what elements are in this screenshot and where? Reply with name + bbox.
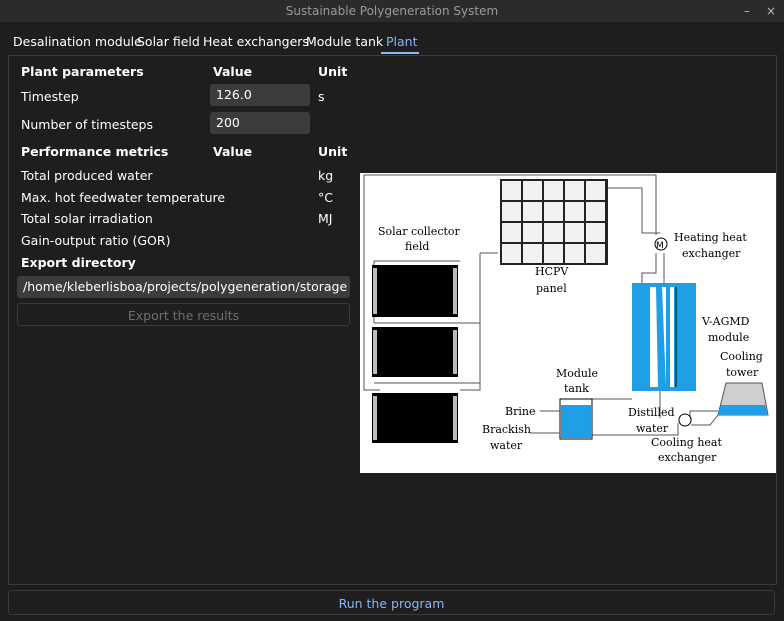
cooling-tower-label-2: tower	[726, 366, 759, 379]
hcpv-cell	[523, 202, 542, 221]
hcpv-cell	[502, 181, 521, 200]
hcpv-cell	[565, 244, 584, 263]
solar-collector-label: Solar collector	[378, 225, 461, 238]
heating-hx-label-1: Heating heat	[674, 231, 747, 244]
hcpv-cell	[544, 181, 563, 200]
cooling-tower-label-1: Cooling	[720, 350, 763, 363]
distilled-water-label: water	[636, 422, 669, 435]
pipe-tower-out	[691, 414, 719, 426]
total-solar-irradiation-unit: MJ	[318, 211, 333, 226]
minimize-button[interactable]: –	[744, 0, 750, 22]
timestep-unit: s	[318, 89, 325, 104]
pipe-hx-to-vagmd-1	[641, 253, 657, 283]
hcpv-cell	[502, 202, 521, 221]
cooling-heat-exchanger-icon	[678, 413, 692, 427]
tab-solar-field[interactable]: Solar field	[137, 34, 200, 49]
solar-collector-2	[372, 327, 458, 377]
tab-plant[interactable]: Plant	[386, 34, 418, 49]
number-of-timesteps-input[interactable]: 200	[210, 112, 310, 134]
solar-field-label: field	[405, 240, 429, 253]
plant-diagram-svg: Solar collector field HCPV panel M Heati…	[363, 174, 769, 464]
module-tank-label-2: tank	[564, 382, 589, 395]
active-tab-indicator	[381, 52, 419, 54]
total-solar-irradiation-label: Total solar irradiation	[21, 211, 153, 226]
distilled-label: Distilled	[628, 406, 675, 419]
hcpv-panel-label: panel	[536, 282, 567, 295]
hcpv-cell	[523, 223, 542, 242]
title-bar: Sustainable Polygeneration System – ×	[0, 0, 784, 22]
hcpv-panel	[500, 179, 608, 265]
hcpv-cell	[586, 181, 605, 200]
hcpv-cell	[586, 223, 605, 242]
plant-diagram: Solar collector field HCPV panel M Heati…	[360, 173, 776, 473]
module-tank-label-1: Module	[556, 367, 598, 380]
run-program-button[interactable]: Run the program	[8, 590, 775, 615]
brackish-water-label: water	[490, 439, 523, 452]
hcpv-cell	[565, 181, 584, 200]
tab-bar: Desalination module Solar field Heat exc…	[0, 30, 784, 54]
solar-collector-3	[372, 393, 458, 443]
gor-label: Gain-output ratio (GOR)	[21, 233, 171, 248]
performance-metrics-header: Performance metrics	[21, 144, 169, 159]
vagmd-module-label: module	[708, 331, 749, 344]
vagmd-label: V-AGMD	[701, 315, 750, 328]
module-tank	[559, 398, 593, 440]
pipe-field-right	[460, 253, 481, 391]
hcpv-cell	[544, 223, 563, 242]
hcpv-cell	[565, 223, 584, 242]
performance-metrics-unit-header: Unit	[318, 144, 348, 159]
pipe-tower-in	[689, 410, 718, 420]
tab-heat-exchangers[interactable]: Heat exchangers	[203, 34, 309, 49]
total-produced-water-unit: kg	[318, 168, 334, 183]
plant-parameters-value-header: Value	[213, 64, 253, 79]
window-title: Sustainable Polygeneration System	[285, 4, 499, 18]
hcpv-cell	[565, 202, 584, 221]
export-directory-label: Export directory	[21, 255, 136, 270]
brackish-label: Brackish	[482, 423, 531, 436]
timestep-input[interactable]: 126.0	[210, 84, 310, 106]
hcpv-cell	[586, 202, 605, 221]
cooling-tower	[717, 382, 769, 416]
cooling-hx-label-2: exchanger	[658, 451, 717, 464]
close-button[interactable]: ×	[766, 0, 776, 22]
brine-label: Brine	[505, 405, 535, 418]
tab-desalination-module[interactable]: Desalination module	[13, 34, 142, 49]
tab-module-tank[interactable]: Module tank	[306, 34, 383, 49]
hcpv-cell	[502, 223, 521, 242]
max-hot-feedwater-temperature-label: Max. hot feedwater temperature	[21, 190, 226, 205]
hcpv-label: HCPV	[535, 265, 569, 278]
cooling-hx-label-1: Cooling heat	[651, 436, 722, 449]
plant-parameters-unit-header: Unit	[318, 64, 348, 79]
number-of-timesteps-label: Number of timesteps	[21, 117, 154, 132]
hcpv-cell	[523, 244, 542, 263]
hcpv-cell	[502, 244, 521, 263]
hcpv-cell	[586, 244, 605, 263]
performance-metrics-value-header: Value	[213, 144, 253, 159]
hcpv-cell	[544, 202, 563, 221]
hcpv-cell	[523, 181, 542, 200]
solar-collector-1	[372, 265, 458, 317]
total-produced-water-label: Total produced water	[21, 168, 153, 183]
hcpv-cell	[544, 244, 563, 263]
max-hot-feedwater-temperature-unit: °C	[318, 190, 333, 205]
timestep-label: Timestep	[21, 89, 79, 104]
export-directory-input[interactable]: /home/kleberlisboa/projects/polygenerati…	[17, 276, 350, 298]
heating-hx-label-2: exchanger	[682, 247, 741, 260]
export-results-button[interactable]: Export the results	[17, 303, 350, 326]
plant-parameters-header: Plant parameters	[21, 64, 144, 79]
heating-hx-symbol: M	[656, 241, 664, 251]
vagmd-module	[632, 283, 696, 391]
pipe-hcpv-right	[608, 187, 660, 234]
